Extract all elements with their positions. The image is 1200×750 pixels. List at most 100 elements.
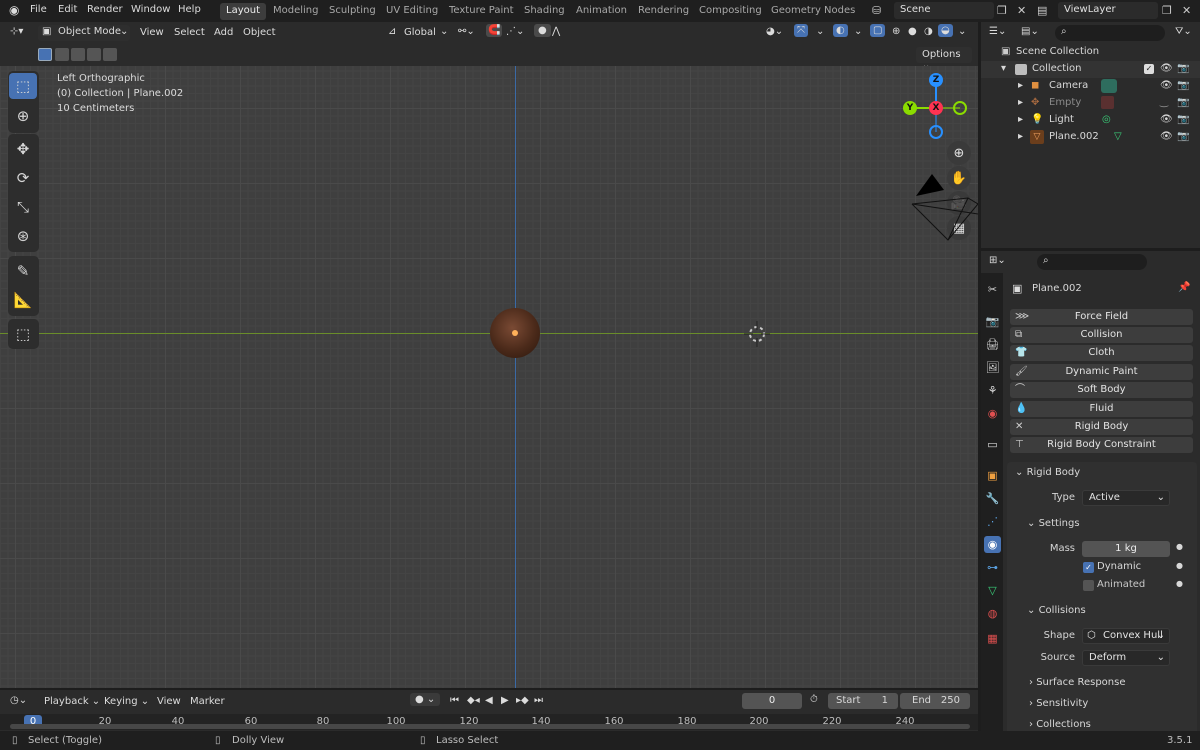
solid-shading-icon[interactable]: ● <box>908 26 917 37</box>
jump-start-icon[interactable]: ⏮ <box>450 695 459 706</box>
soft-body-button[interactable]: ⌒ Soft Body <box>1010 382 1193 398</box>
measure-tool[interactable]: 📐 <box>9 287 37 313</box>
move-tool[interactable]: ✥ <box>9 136 37 162</box>
stopwatch-icon[interactable]: ⏱ <box>810 694 818 705</box>
select-mode-extend-icon[interactable] <box>55 48 69 61</box>
object-mode-dropdown[interactable]: ▣ Object Mode ⌄ <box>38 25 130 41</box>
jump-keyframe-back-icon[interactable]: ◆◂ <box>467 695 480 706</box>
select-mode-subtract-icon[interactable] <box>71 48 85 61</box>
menu-view[interactable]: View <box>157 696 181 707</box>
texture-tab-icon[interactable]: ▦ <box>984 630 1001 647</box>
display-mode-icon[interactable]: ▤⌄ <box>1021 26 1039 37</box>
filter-icon[interactable]: ⛛⌄ <box>1175 26 1192 37</box>
chevron-down-icon[interactable]: ⌄ <box>854 26 862 37</box>
view-layer-field[interactable]: ViewLayer <box>1058 2 1158 19</box>
gizmo-z-ball[interactable]: Z <box>929 73 943 87</box>
outliner-row-light[interactable]: ▸ 💡 Light ◎ 👁 📷 <box>981 112 1200 129</box>
tab-animation[interactable]: Animation <box>570 3 633 20</box>
pivot-icon[interactable]: ⚯⌄ <box>458 26 475 37</box>
render-camera-icon[interactable]: 📷 <box>1177 97 1189 108</box>
properties-editor-icon[interactable]: ⊞⌄ <box>989 255 1006 266</box>
new-scene-icon[interactable]: ❐ <box>997 4 1007 17</box>
gizmo-toggle-icon[interactable]: ⤧ <box>794 24 808 37</box>
scene-field[interactable]: Scene <box>894 2 994 19</box>
output-tab-icon[interactable]: 🖨 <box>984 336 1001 353</box>
wireframe-shading-icon[interactable]: ⊕ <box>892 26 900 37</box>
sensitivity-subpanel[interactable]: › Sensitivity <box>1029 698 1088 709</box>
visibility-icon[interactable]: ◕⌄ <box>766 26 783 37</box>
shape-dropdown[interactable]: ⬡ Convex Hull ⌄ <box>1082 628 1170 644</box>
source-dropdown[interactable]: Deform ⌄ <box>1082 650 1170 666</box>
tool-tab-icon[interactable]: ✂ <box>984 281 1001 298</box>
expand-arrow-icon[interactable]: ▸ <box>1018 97 1023 108</box>
jump-end-icon[interactable]: ⏭ <box>534 695 543 706</box>
select-mode-intersect-icon[interactable] <box>103 48 117 61</box>
render-camera-icon[interactable]: 📷 <box>1177 63 1189 74</box>
outliner-row-empty[interactable]: ▸ ✥ Empty ‿ 📷 <box>981 95 1200 112</box>
camera-object[interactable] <box>908 174 978 244</box>
tab-compositing[interactable]: Compositing <box>693 3 768 20</box>
outliner-editor-icon[interactable]: ☰⌄ <box>989 26 1006 37</box>
editor-type-icon[interactable]: ⊹▾ <box>10 26 23 37</box>
tab-rendering[interactable]: Rendering <box>632 3 695 20</box>
zoom-icon[interactable]: ⊕ <box>947 141 971 165</box>
falloff-icon[interactable]: ⋀ <box>552 26 560 37</box>
auto-keying-icon[interactable]: ● ⌄ <box>410 693 441 706</box>
blender-logo-icon[interactable]: ◉ <box>9 3 19 17</box>
expand-arrow-icon[interactable]: ▸ <box>1018 131 1023 142</box>
snap-icon[interactable]: 🧲 <box>486 24 503 37</box>
eye-icon[interactable]: 👁 <box>1160 131 1173 142</box>
expand-arrow-icon[interactable]: ▸ <box>1018 80 1023 91</box>
menu-view[interactable]: View <box>140 27 164 38</box>
fluid-button[interactable]: 💧 Fluid <box>1010 401 1193 417</box>
tab-geometry-nodes[interactable]: Geometry Nodes <box>765 3 861 20</box>
gizmo-x-ball[interactable]: X <box>929 101 943 115</box>
menu-keying[interactable]: Keying ⌄ <box>104 696 149 707</box>
modifier-tab-icon[interactable]: 🔧 <box>984 490 1001 507</box>
tab-modeling[interactable]: Modeling <box>267 3 325 20</box>
tab-sculpting[interactable]: Sculpting <box>323 3 382 20</box>
keyframe-dot-icon[interactable]: ● <box>1176 579 1183 588</box>
transform-orientation-icon[interactable]: ⊿ <box>388 26 396 37</box>
rigid-body-panel-header[interactable]: ⌄ Rigid Body <box>1015 467 1080 478</box>
menu-object[interactable]: Object <box>243 27 276 38</box>
overlay-toggle-icon[interactable]: ◐ <box>833 24 848 37</box>
outliner-row-plane[interactable]: ▸ ▽ Plane.002 ▽ 👁 📷 <box>981 129 1200 146</box>
scene-tab-icon[interactable]: ⚘ <box>984 382 1001 399</box>
eye-icon[interactable]: 👁 <box>1160 63 1173 74</box>
object-tab-icon[interactable]: ▣ <box>984 467 1001 484</box>
view-layer-icon[interactable]: ▤ <box>1037 4 1047 17</box>
surface-response-subpanel[interactable]: › Surface Response <box>1029 677 1126 688</box>
collision-button[interactable]: ⧉ Collision <box>1010 327 1193 343</box>
new-view-layer-icon[interactable]: ❐ <box>1162 4 1172 17</box>
chevron-down-icon[interactable]: ⌄ <box>816 26 824 37</box>
physics-tab-icon[interactable]: ◉ <box>984 536 1001 553</box>
select-mode-invert-icon[interactable] <box>87 48 101 61</box>
expand-arrow-icon[interactable]: ▾ <box>1001 63 1006 74</box>
eye-icon[interactable]: 👁 <box>1160 114 1173 125</box>
scene-icon[interactable]: ⛁ <box>872 4 881 17</box>
outliner-row-scene-collection[interactable]: ▣ Scene Collection <box>981 44 1200 61</box>
rotate-tool[interactable]: ⟳ <box>9 165 37 191</box>
rigid-body-constraint-button[interactable]: ⊤ Rigid Body Constraint <box>1010 437 1193 453</box>
tab-layout[interactable]: Layout <box>220 3 266 20</box>
jump-keyframe-forward-icon[interactable]: ▸◆ <box>516 695 529 706</box>
force-field-button[interactable]: ⋙ Force Field <box>1010 309 1193 325</box>
proportional-edit-icon[interactable]: ● <box>534 24 551 37</box>
constraints-tab-icon[interactable]: ⊶ <box>984 559 1001 576</box>
transform-orientation-dropdown[interactable]: Global <box>404 27 436 38</box>
exclude-checkbox[interactable]: ✓ <box>1144 64 1154 74</box>
snap-settings-icon[interactable]: ⋰⌄ <box>506 26 524 37</box>
transform-tool[interactable]: ⊛ <box>9 223 37 249</box>
tab-texture-paint[interactable]: Texture Paint <box>443 3 520 20</box>
menu-edit[interactable]: Edit <box>58 4 77 15</box>
keyframe-dot-icon[interactable]: ● <box>1176 542 1183 551</box>
delete-scene-icon[interactable]: ✕ <box>1017 4 1026 17</box>
select-mode-set-icon[interactable] <box>38 48 52 61</box>
settings-subpanel-header[interactable]: ⌄ Settings <box>1027 518 1080 529</box>
eye-icon[interactable]: 👁 <box>1160 80 1173 91</box>
add-cube-tool[interactable]: ⬚ <box>9 321 37 347</box>
expand-arrow-icon[interactable]: ▸ <box>1018 114 1023 125</box>
eye-closed-icon[interactable]: ‿ <box>1160 97 1168 108</box>
timeline-editor-icon[interactable]: ◷⌄ <box>10 695 27 706</box>
